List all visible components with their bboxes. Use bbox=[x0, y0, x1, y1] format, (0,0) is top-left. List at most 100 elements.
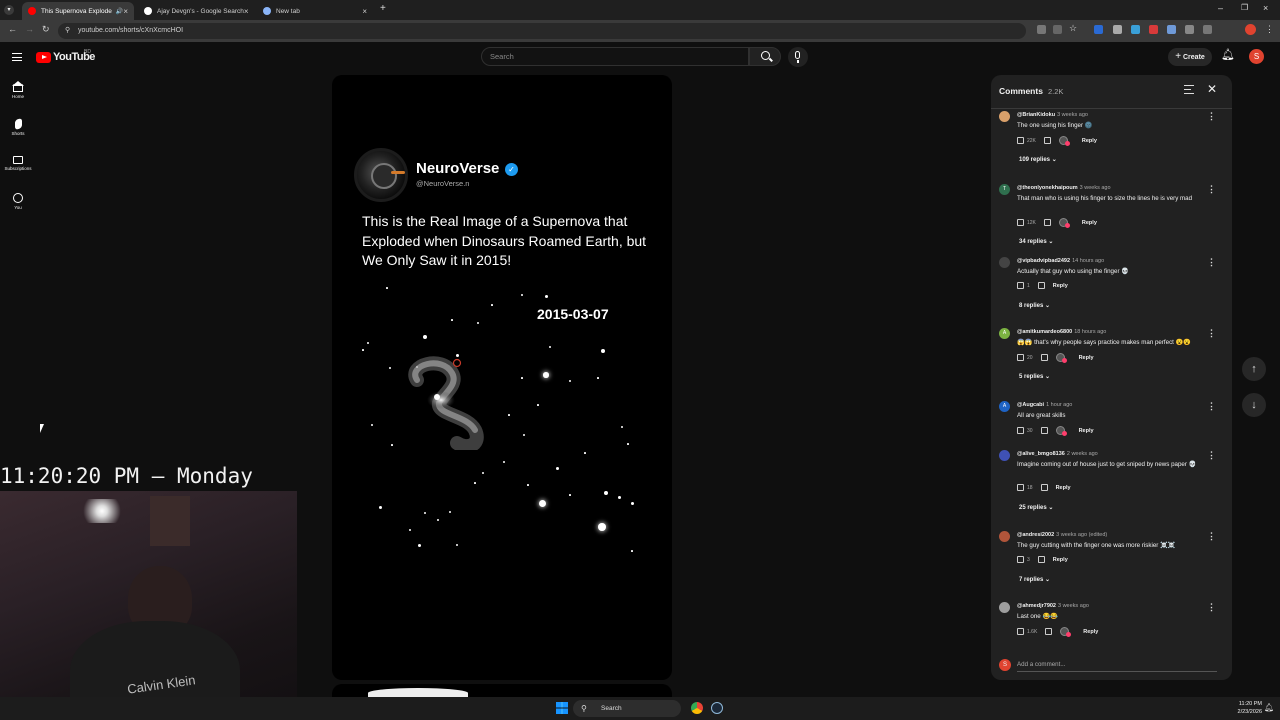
like-icon[interactable] bbox=[1017, 427, 1024, 434]
comment-author-avatar[interactable]: A bbox=[999, 401, 1010, 412]
dislike-icon[interactable] bbox=[1037, 282, 1045, 289]
youtube-logo-icon[interactable] bbox=[36, 52, 51, 63]
hamburger-menu-icon[interactable] bbox=[12, 53, 22, 61]
like-icon[interactable] bbox=[1017, 219, 1024, 226]
close-tab-icon[interactable]: × bbox=[123, 7, 128, 16]
shorts-video-player[interactable]: NeuroVerse ✓ @NeuroVerse.n This is the R… bbox=[332, 75, 672, 680]
tab-list-icon[interactable]: ▾ bbox=[4, 5, 14, 15]
like-icon[interactable] bbox=[1017, 282, 1024, 289]
comment-more-icon[interactable]: ⋮ bbox=[1207, 257, 1216, 268]
guide-item-shorts[interactable]: Shorts bbox=[0, 118, 36, 136]
comment-more-icon[interactable]: ⋮ bbox=[1207, 401, 1216, 412]
comment-author-avatar[interactable] bbox=[999, 111, 1010, 122]
comment-author[interactable]: @vipbadvipbad2492 14 hours ago bbox=[1017, 258, 1104, 264]
reply-button[interactable]: Reply bbox=[1083, 629, 1098, 635]
account-avatar[interactable]: S bbox=[1249, 49, 1264, 64]
back-icon[interactable]: ← bbox=[8, 24, 17, 34]
comment-author-handle[interactable]: @vipbadvipbad2492 bbox=[1017, 258, 1070, 264]
view-replies-button[interactable]: 5 replies ⌄ bbox=[1019, 373, 1050, 380]
like-icon[interactable] bbox=[1017, 556, 1024, 563]
dislike-icon[interactable] bbox=[1037, 556, 1045, 563]
close-window-icon[interactable]: × bbox=[1263, 3, 1268, 13]
guide-item-home[interactable]: Home bbox=[0, 81, 36, 99]
comment-author-avatar[interactable] bbox=[999, 602, 1010, 613]
comment-author-handle[interactable]: @amitkumardeo6800 bbox=[1017, 329, 1072, 335]
comment-author-handle[interactable]: @theonlyonekhaipoum bbox=[1017, 185, 1078, 191]
steam-taskbar-icon[interactable] bbox=[711, 702, 723, 714]
notification-bell-icon[interactable]: 🔔︎ bbox=[1264, 703, 1274, 712]
extension-icon[interactable] bbox=[1185, 25, 1194, 34]
comment-author-avatar[interactable] bbox=[999, 257, 1010, 268]
taskbar-clock[interactable]: 11:20 PM 2/23/2026 bbox=[1222, 700, 1262, 716]
comment-author-avatar[interactable] bbox=[999, 531, 1010, 542]
like-icon[interactable] bbox=[1017, 354, 1024, 361]
new-tab-icon[interactable]: + bbox=[380, 3, 386, 14]
tab-youtube-short[interactable]: This Supernova Exploded D 🔊 × bbox=[22, 2, 134, 20]
close-comments-icon[interactable]: ✕ bbox=[1207, 82, 1217, 96]
view-replies-button[interactable]: 109 replies ⌄ bbox=[1019, 156, 1057, 163]
create-button[interactable]: + Create bbox=[1168, 48, 1212, 66]
close-tab-icon[interactable]: × bbox=[362, 7, 367, 16]
minimize-icon[interactable]: – bbox=[1218, 3, 1223, 13]
reply-button[interactable]: Reply bbox=[1079, 428, 1094, 434]
comment-author-avatar[interactable]: T bbox=[999, 184, 1010, 195]
comment-more-icon[interactable]: ⋮ bbox=[1207, 328, 1216, 339]
comment-author-avatar[interactable] bbox=[999, 450, 1010, 461]
reload-icon[interactable]: ↻ bbox=[42, 24, 50, 35]
extension-icon[interactable] bbox=[1131, 25, 1140, 34]
comment-more-icon[interactable]: ⋮ bbox=[1207, 111, 1216, 122]
dislike-icon[interactable] bbox=[1043, 137, 1051, 144]
bookmark-star-icon[interactable]: ☆ bbox=[1069, 23, 1078, 33]
comment-author-handle[interactable]: @alive_bmgo8136 bbox=[1017, 451, 1065, 457]
comment-author-handle[interactable]: @Augcabi bbox=[1017, 402, 1044, 408]
maximize-icon[interactable]: ❐ bbox=[1241, 3, 1248, 12]
comment-author[interactable]: @alive_bmgo8136 2 weeks ago bbox=[1017, 451, 1098, 457]
comment-author[interactable]: @BrianKidoku 3 weeks ago bbox=[1017, 112, 1088, 118]
comment-more-icon[interactable]: ⋮ bbox=[1207, 184, 1216, 195]
close-tab-icon[interactable]: × bbox=[244, 7, 249, 16]
next-short-button[interactable]: ↓ bbox=[1242, 393, 1266, 417]
search-button[interactable] bbox=[749, 47, 781, 66]
windows-start-icon[interactable] bbox=[556, 702, 568, 714]
comment-more-icon[interactable]: ⋮ bbox=[1207, 531, 1216, 542]
previous-short-button[interactable]: ↑ bbox=[1242, 357, 1266, 381]
dislike-icon[interactable] bbox=[1040, 484, 1048, 491]
translate-icon[interactable] bbox=[1037, 25, 1046, 34]
comment-author-handle[interactable]: @ahmedjr7902 bbox=[1017, 603, 1056, 609]
add-comment-field[interactable]: S Add a comment... bbox=[999, 659, 1224, 673]
url-field[interactable]: ⚲ youtube.com/shorts/cXnXcmcHOI bbox=[58, 23, 1026, 39]
comment-author-handle[interactable]: @BrianKidoku bbox=[1017, 112, 1055, 118]
guide-item-subscriptions[interactable]: Subscriptions bbox=[0, 156, 36, 171]
extension-icon[interactable] bbox=[1167, 25, 1176, 34]
dislike-icon[interactable] bbox=[1040, 427, 1048, 434]
search-input[interactable]: Search bbox=[481, 47, 749, 66]
reply-button[interactable]: Reply bbox=[1082, 220, 1097, 226]
view-replies-button[interactable]: 34 replies ⌄ bbox=[1019, 238, 1053, 245]
forward-icon[interactable]: → bbox=[25, 24, 34, 34]
comment-author[interactable]: @andresi2002 3 weeks ago (edited) bbox=[1017, 532, 1107, 538]
view-replies-button[interactable]: 8 replies ⌄ bbox=[1019, 302, 1050, 309]
view-replies-button[interactable]: 25 replies ⌄ bbox=[1019, 504, 1053, 511]
comment-author[interactable]: @theonlyonekhaipoum 3 weeks ago bbox=[1017, 185, 1111, 191]
comment-author-avatar[interactable]: A bbox=[999, 328, 1010, 339]
profile-avatar-icon[interactable] bbox=[1245, 24, 1256, 35]
extensions-puzzle-icon[interactable] bbox=[1203, 25, 1212, 34]
reply-button[interactable]: Reply bbox=[1079, 355, 1094, 361]
tab-google-search[interactable]: Ajay Devgn's - Google Search × bbox=[138, 2, 254, 20]
guide-item-you[interactable]: You bbox=[0, 193, 36, 210]
reply-button[interactable]: Reply bbox=[1082, 138, 1097, 144]
comment-more-icon[interactable]: ⋮ bbox=[1207, 602, 1216, 613]
notifications-bell-icon[interactable]: 🔔︎ bbox=[1221, 48, 1235, 61]
cast-icon[interactable] bbox=[1053, 25, 1062, 34]
comment-author[interactable]: @amitkumardeo6800 18 hours ago bbox=[1017, 329, 1106, 335]
like-icon[interactable] bbox=[1017, 484, 1024, 491]
dislike-icon[interactable] bbox=[1040, 354, 1048, 361]
dislike-icon[interactable] bbox=[1045, 628, 1053, 635]
comment-author[interactable]: @Augcabi 1 hour ago bbox=[1017, 402, 1072, 408]
extension-icon[interactable] bbox=[1113, 25, 1122, 34]
dislike-icon[interactable] bbox=[1043, 219, 1051, 226]
reply-button[interactable]: Reply bbox=[1053, 557, 1068, 563]
reply-button[interactable]: Reply bbox=[1056, 485, 1071, 491]
like-icon[interactable] bbox=[1017, 628, 1024, 635]
taskbar-search-box[interactable]: ⚲ Search bbox=[573, 700, 681, 717]
